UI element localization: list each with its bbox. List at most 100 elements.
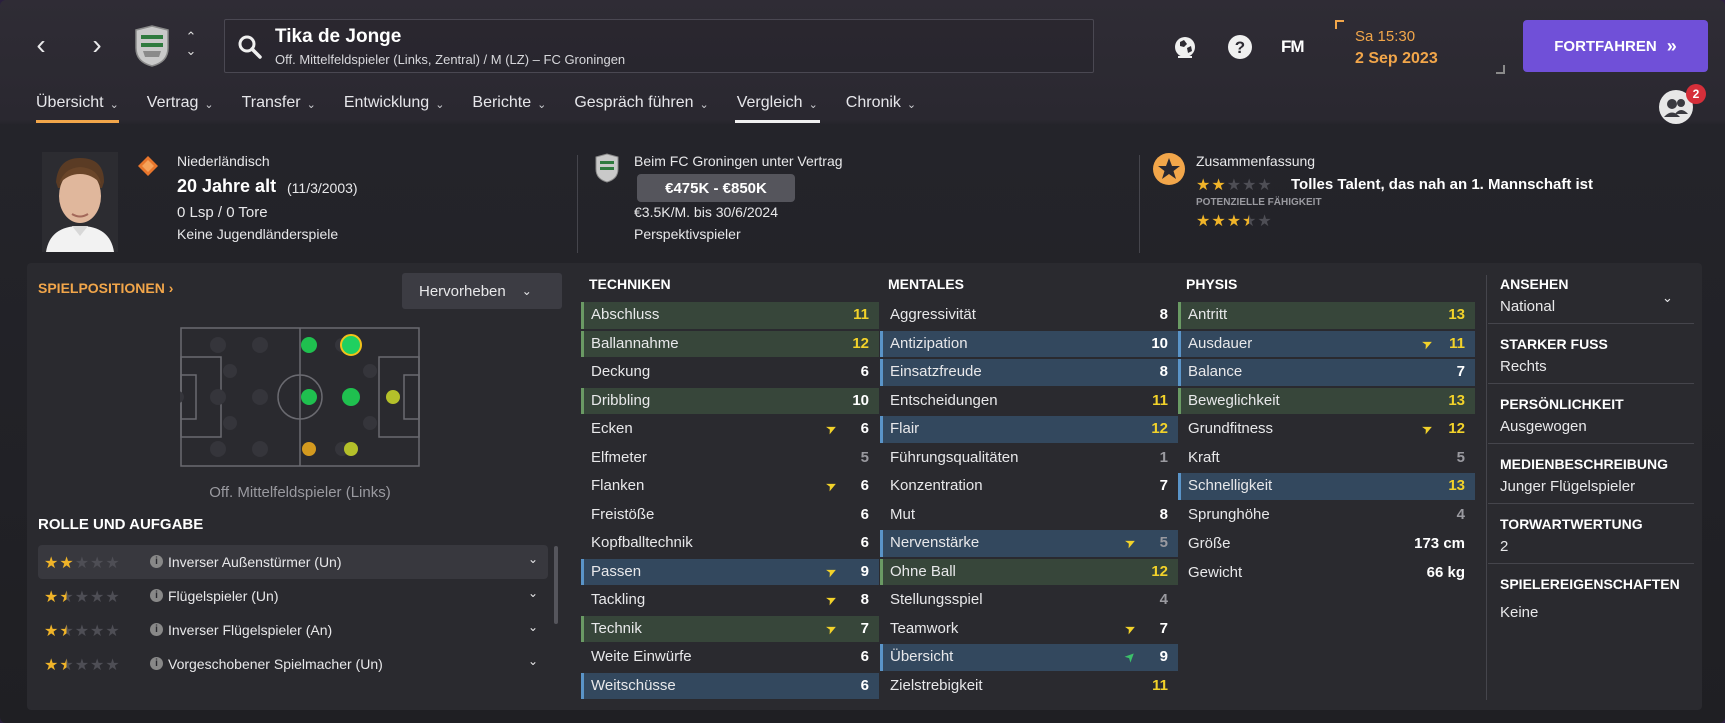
attribute-row[interactable]: Flanken ➤ 6 <box>581 473 879 500</box>
attribute-value: 8 <box>860 591 869 608</box>
attribute-row[interactable]: Grundfitness ➤ 12 <box>1178 416 1475 443</box>
role-row[interactable]: ★ ★ ★ ★ ★ i Inverser Flügelspieler (An) ⌄ <box>38 613 548 647</box>
club-badge-icon[interactable] <box>132 24 172 68</box>
attribute-row[interactable]: Mut 8 <box>880 502 1178 529</box>
chevron-down-icon[interactable]: ⌄ <box>1662 290 1673 306</box>
trend-arrow-icon: ➤ <box>1419 333 1436 353</box>
help-icon[interactable]: ? <box>1227 34 1253 60</box>
attribute-name: Flair <box>890 420 920 437</box>
info-icon[interactable]: i <box>150 657 163 670</box>
attribute-row[interactable]: Balance 7 <box>1178 359 1475 386</box>
attribute-row[interactable]: Abschluss 11 <box>581 302 879 329</box>
tab-3[interactable]: Entwicklung ⌄ <box>330 94 459 126</box>
star-icon: ★ <box>74 589 90 606</box>
tab-label: Transfer <box>241 94 301 111</box>
info-icon[interactable]: i <box>150 623 163 636</box>
tab-1[interactable]: Vertrag ⌄ <box>133 94 228 126</box>
role-row[interactable]: ★ ★ ★ ★ ★ i Flügelspieler (Un) ⌄ <box>38 579 548 613</box>
star-icon: ★ <box>90 657 105 674</box>
attribute-row[interactable]: Ohne Ball 12 <box>880 558 1178 585</box>
chevron-down-icon[interactable]: ⌄ <box>528 586 538 600</box>
attribute-row[interactable]: Entscheidungen 11 <box>880 388 1178 415</box>
attribute-row[interactable]: Nervenstärke ➤ 5 <box>880 530 1178 557</box>
continue-label: FORTFAHREN <box>1554 37 1657 55</box>
potential-ability-stars: ★ ★ ★ ★ ★ <box>1196 211 1272 231</box>
fm-logo[interactable]: FM <box>1281 37 1305 57</box>
positions-title[interactable]: SPIELPOSITIONEN › <box>38 280 173 296</box>
attribute-name: Abschluss <box>591 306 660 323</box>
attribute-row[interactable]: Konzentration 7 <box>880 473 1178 500</box>
roles-scrollbar[interactable] <box>554 546 558 624</box>
attribute-row[interactable]: Antizipation 10 <box>880 330 1178 357</box>
role-name: Inverser Flügelspieler (An) <box>168 622 333 638</box>
detail-heading: PERSÖNLICHKEIT <box>1500 396 1624 412</box>
attribute-row[interactable]: Kopfballtechnik 6 <box>581 530 879 557</box>
info-icon[interactable]: i <box>150 589 163 602</box>
nationality: Niederländisch <box>177 153 270 169</box>
attribute-value: 5 <box>1456 448 1465 466</box>
divider <box>1139 155 1140 253</box>
role-row[interactable]: ★ ★ ★ ★ ★ i Inverser Außenstürmer (Un) ⌄ <box>38 545 548 579</box>
role-row[interactable]: ★ ★ ★ ★ ★ i Vorgeschobener Spielmacher (Un) ⌄ <box>38 647 548 681</box>
attribute-row[interactable]: Zielstrebigkeit 11 <box>880 673 1178 700</box>
attribute-row[interactable]: Ballannahme 12 <box>581 330 879 357</box>
forward-arrow-icon[interactable]: › <box>84 30 110 60</box>
attribute-row[interactable]: Deckung 6 <box>581 359 879 386</box>
attribute-row[interactable]: Freistöße 6 <box>581 502 879 529</box>
tab-4[interactable]: Berichte ⌄ <box>458 94 560 126</box>
attribute-row[interactable]: Tackling ➤ 8 <box>581 587 879 614</box>
search-icon[interactable] <box>237 34 263 60</box>
attribute-row[interactable]: Weitschüsse 6 <box>581 672 879 699</box>
player-search-box[interactable]: Tika de Jonge Off. Mittelfeldspieler (Li… <box>224 19 1094 73</box>
tab-2[interactable]: Transfer ⌄ <box>228 94 330 126</box>
attribute-name: Weite Einwürfe <box>591 648 692 665</box>
attribute-row[interactable]: Flair 12 <box>880 416 1178 443</box>
star-icon: ★ <box>1226 213 1242 230</box>
attribute-row[interactable]: Schnelligkeit 13 <box>1178 473 1475 500</box>
attribute-row[interactable]: Ecken ➤ 6 <box>581 416 879 443</box>
attribute-row[interactable]: Einsatzfreude 8 <box>880 359 1178 386</box>
star-icon: ★ <box>1257 213 1272 230</box>
attribute-name: Ohne Ball <box>890 562 956 580</box>
attribute-row[interactable]: Passen ➤ 9 <box>581 558 879 585</box>
attribute-value: 6 <box>860 505 869 523</box>
tab-7[interactable]: Chronik ⌄ <box>832 94 930 126</box>
attribute-row[interactable]: Teamwork ➤ 7 <box>880 616 1178 643</box>
player-position-club: Off. Mittelfeldspieler (Links, Zentral) … <box>275 52 626 67</box>
attribute-name: Konzentration <box>890 477 983 494</box>
highlight-dropdown[interactable]: Hervorheben ⌄ <box>402 273 562 309</box>
attribute-value: 6 <box>860 648 869 665</box>
transfer-value-pill[interactable]: €475K - €850K <box>637 174 795 202</box>
attribute-name: Sprunghöhe <box>1188 505 1270 523</box>
chevron-down-icon[interactable]: ⌄ <box>528 654 538 668</box>
attribute-row[interactable]: Antritt 13 <box>1178 302 1475 329</box>
attribute-row[interactable]: Übersicht ➤ 9 <box>880 644 1178 671</box>
up-down-arrows-icon[interactable]: ⌃ ⌄ <box>184 30 198 64</box>
attribute-row[interactable]: Dribbling 10 <box>581 387 879 414</box>
detail-spielereigenschaften: SPIELEREIGENSCHAFTEN Keine <box>1488 576 1694 629</box>
attribute-row[interactable]: Technik ➤ 7 <box>581 615 879 642</box>
game-date[interactable]: Sa 15:30 2 Sep 2023 <box>1335 20 1505 74</box>
info-icon[interactable]: i <box>150 555 163 568</box>
attribute-value: 9 <box>860 562 869 580</box>
tab-5[interactable]: Gespräch führen ⌄ <box>560 94 722 126</box>
highlight-label: Hervorheben <box>419 282 506 300</box>
attribute-row[interactable]: Führungsqualitäten 1 <box>880 445 1178 472</box>
attribute-row[interactable]: Sprunghöhe 4 <box>1178 502 1475 529</box>
attribute-row[interactable]: Beweglichkeit 13 <box>1178 387 1475 414</box>
football-world-icon[interactable] <box>1172 34 1198 60</box>
back-arrow-icon[interactable]: ‹ <box>28 30 54 60</box>
attribute-row[interactable]: Elfmeter 5 <box>581 445 879 472</box>
chevron-down-icon[interactable]: ⌄ <box>528 552 538 566</box>
tab-0[interactable]: Übersicht ⌄ <box>22 94 133 126</box>
continue-button[interactable]: FORTFAHREN » <box>1523 20 1708 72</box>
attribute-row[interactable]: Stellungsspiel 4 <box>880 587 1178 614</box>
position-pitch <box>180 327 420 467</box>
attribute-row[interactable]: Kraft 5 <box>1178 445 1475 472</box>
attribute-row[interactable]: Ausdauer ➤ 11 <box>1178 330 1475 357</box>
chevron-down-icon[interactable]: ⌄ <box>528 620 538 634</box>
tab-6[interactable]: Vergleich ⌄ <box>723 94 832 126</box>
attribute-row[interactable]: Weite Einwürfe 6 <box>581 644 879 671</box>
attribute-row[interactable]: Aggressivität 8 <box>880 302 1178 329</box>
star-icon: ★ <box>44 555 59 572</box>
